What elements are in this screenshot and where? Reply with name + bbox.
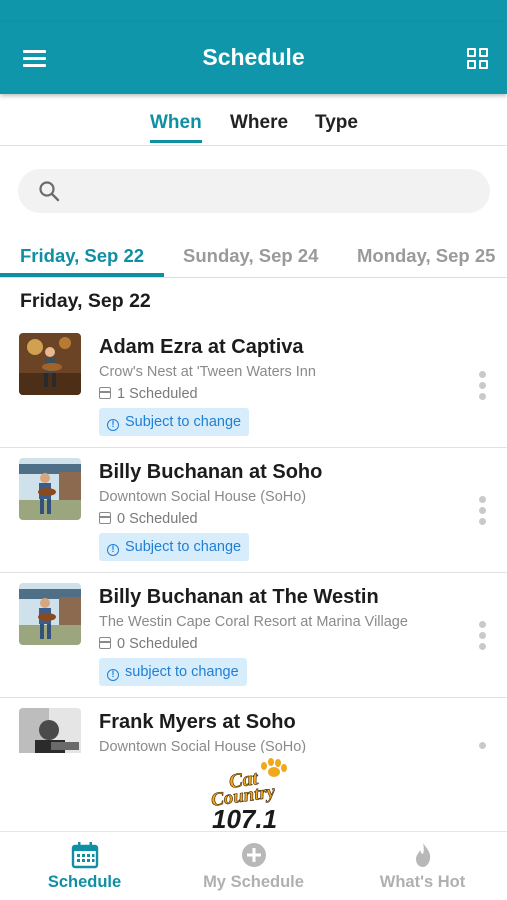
nav-whats-hot[interactable]: What's Hot (338, 832, 507, 900)
bottom-navigation: Schedule My Schedule What's Hot (0, 831, 507, 900)
session-location: Crow's Nest at 'Tween Waters Inn (99, 364, 316, 380)
calendar-icon (99, 512, 111, 524)
session-item[interactable]: Frank Myers at Soho Downtown Social Hous… (0, 698, 507, 753)
status-badge: ! Subject to change (99, 408, 250, 436)
session-item[interactable]: Billy Buchanan at Soho Downtown Social H… (0, 448, 507, 573)
grid-view-icon[interactable] (466, 47, 490, 71)
nav-my-schedule[interactable]: My Schedule (169, 832, 338, 900)
scheduled-count-text: 0 Scheduled (117, 511, 198, 527)
logo-text-frequency: 107.1 (212, 804, 277, 832)
flame-icon (415, 843, 430, 867)
info-icon: ! (107, 669, 119, 681)
session-list: Adam Ezra at Captiva Crow's Nest at 'Twe… (0, 323, 507, 753)
session-item[interactable]: Adam Ezra at Captiva Crow's Nest at 'Twe… (0, 323, 507, 448)
session-thumbnail (19, 458, 81, 520)
plus-circle-icon (241, 843, 266, 867)
day-tabs: Friday, Sep 22 Sunday, Sep 24 Monday, Se… (0, 232, 507, 278)
scheduled-count: 0 Scheduled (99, 636, 198, 652)
status-bar (0, 0, 507, 22)
more-options-icon[interactable] (477, 371, 487, 401)
tab-where[interactable]: Where (230, 112, 288, 134)
session-title: Billy Buchanan at The Westin (99, 586, 379, 608)
info-icon: ! (107, 544, 119, 556)
session-thumbnail (19, 708, 81, 753)
tab-type[interactable]: Type (315, 112, 358, 134)
section-header: Friday, Sep 22 (20, 290, 151, 312)
page-title: Schedule (202, 44, 305, 70)
nav-label: Schedule (47, 873, 122, 891)
more-options-icon[interactable] (477, 742, 487, 753)
search-bar[interactable] (18, 169, 490, 213)
status-badge: ! subject to change (99, 658, 247, 686)
tab-when[interactable]: When (150, 112, 202, 143)
nav-schedule[interactable]: Schedule (0, 832, 169, 900)
status-badge-text: Subject to change (125, 414, 242, 430)
info-icon: ! (107, 419, 119, 431)
session-title: Adam Ezra at Captiva (99, 336, 304, 358)
status-badge-text: Subject to change (125, 539, 242, 555)
day-tab-friday[interactable]: Friday, Sep 22 (20, 245, 144, 267)
session-title: Billy Buchanan at Soho (99, 461, 323, 483)
nav-label: What's Hot (379, 873, 466, 891)
scheduled-count: 0 Scheduled (99, 511, 198, 527)
search-icon (39, 181, 60, 202)
more-options-icon[interactable] (477, 496, 487, 526)
sponsor-logo: Cat Country 107.1 (206, 756, 302, 834)
scheduled-count-text: 1 Scheduled (117, 386, 198, 402)
session-thumbnail (19, 333, 81, 395)
more-options-icon[interactable] (477, 621, 487, 651)
session-location: Downtown Social House (SoHo) (99, 739, 307, 753)
calendar-icon (99, 387, 111, 399)
calendar-icon (71, 842, 98, 869)
nav-label: My Schedule (203, 873, 304, 891)
filter-tabs: When Where Type (0, 94, 507, 146)
active-tab-indicator (0, 273, 164, 277)
session-location: Downtown Social House (SoHo) (99, 489, 307, 505)
session-item[interactable]: Billy Buchanan at The Westin The Westin … (0, 573, 507, 698)
app-bar: Schedule (0, 22, 507, 94)
status-badge: ! Subject to change (99, 533, 250, 561)
session-thumbnail (19, 583, 81, 645)
day-tab-sunday[interactable]: Sunday, Sep 24 (183, 245, 318, 267)
status-badge-text: subject to change (125, 664, 239, 680)
scheduled-count-text: 0 Scheduled (117, 636, 198, 652)
session-title: Frank Myers at Soho (99, 711, 296, 733)
scheduled-count: 1 Scheduled (99, 386, 198, 402)
day-tab-monday[interactable]: Monday, Sep 25 (357, 245, 495, 267)
calendar-icon (99, 637, 111, 649)
search-input[interactable] (72, 175, 472, 207)
session-location: The Westin Cape Coral Resort at Marina V… (99, 614, 408, 630)
